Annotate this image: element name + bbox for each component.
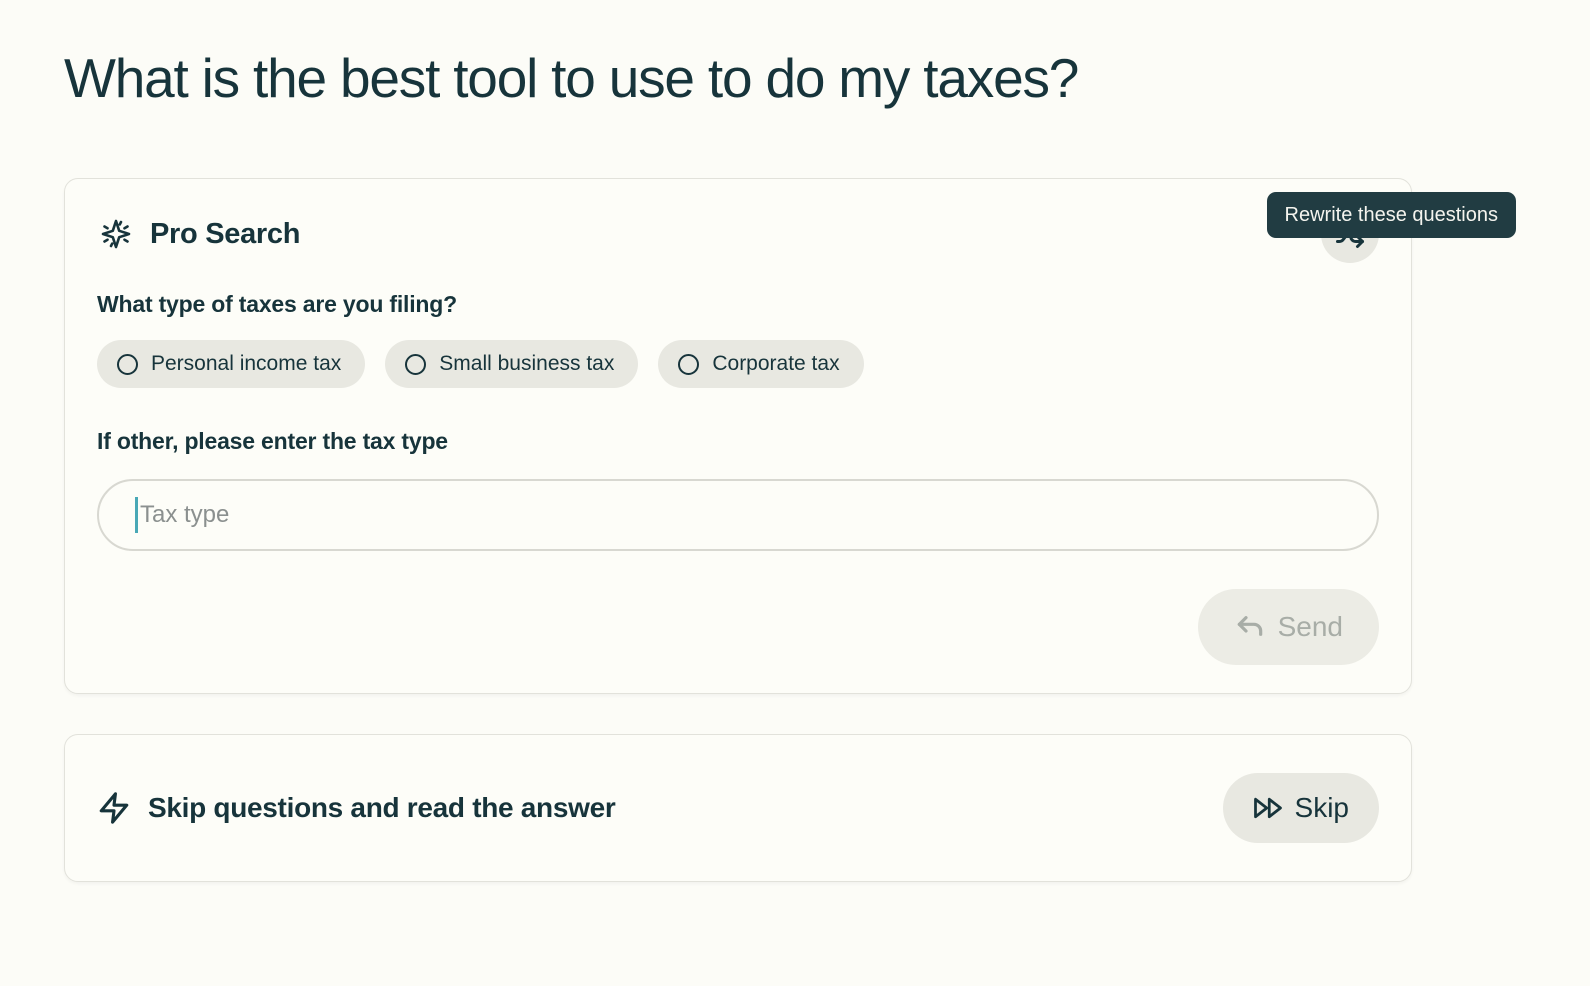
question-other-tax-label: If other, please enter the tax type	[97, 428, 1379, 455]
radio-icon	[678, 354, 699, 375]
pro-search-card: Pro Search What type of taxes are you fi…	[64, 178, 1412, 694]
text-cursor	[135, 497, 138, 533]
option-corporate-tax[interactable]: Corporate tax	[658, 340, 863, 388]
question-tax-type-label: What type of taxes are you filing?	[97, 291, 1379, 318]
fast-forward-icon	[1253, 793, 1283, 823]
option-personal-income-tax[interactable]: Personal income tax	[97, 340, 365, 388]
option-label: Corporate tax	[712, 352, 839, 376]
option-small-business-tax[interactable]: Small business tax	[385, 340, 638, 388]
skip-section-label: Skip questions and read the answer	[148, 792, 615, 824]
send-button[interactable]: Send	[1198, 589, 1379, 665]
pro-search-title: Pro Search	[150, 218, 300, 251]
lightning-bolt-icon	[97, 791, 131, 825]
option-label: Personal income tax	[151, 352, 341, 376]
pro-search-sparkle-icon	[97, 215, 135, 253]
radio-icon	[117, 354, 138, 375]
tax-type-input[interactable]	[97, 479, 1379, 551]
tax-type-options: Personal income tax Small business tax C…	[97, 340, 1379, 388]
skip-card: Skip questions and read the answer Skip	[64, 734, 1412, 882]
reply-arrow-icon	[1234, 611, 1266, 643]
pro-search-header: Pro Search	[97, 205, 1379, 263]
rewrite-questions-tooltip: Rewrite these questions	[1267, 192, 1516, 238]
radio-icon	[405, 354, 426, 375]
send-button-label: Send	[1278, 611, 1343, 643]
option-label: Small business tax	[439, 352, 614, 376]
skip-button-label: Skip	[1295, 792, 1349, 824]
skip-button[interactable]: Skip	[1223, 773, 1379, 843]
page-title: What is the best tool to use to do my ta…	[64, 46, 1526, 110]
tax-type-input-wrap	[97, 479, 1379, 551]
